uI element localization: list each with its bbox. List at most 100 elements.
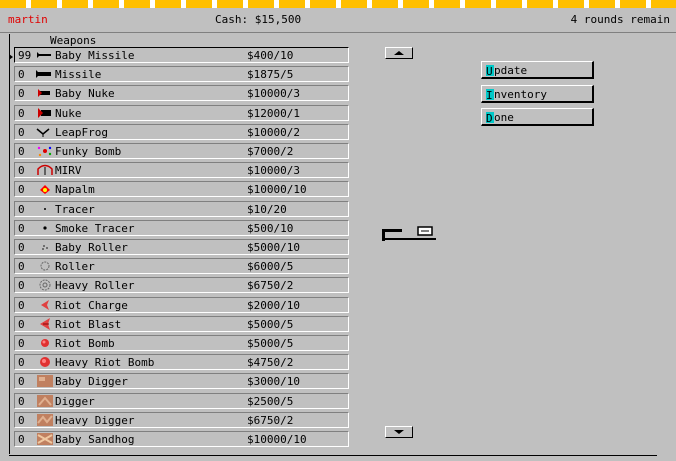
baby-nuke-icon — [35, 87, 55, 99]
weapon-price: $1875/5 — [247, 68, 294, 82]
weapon-price: $5000/10 — [247, 241, 300, 254]
weapon-price: $10000/10 — [247, 183, 307, 197]
heavy-roller-icon — [35, 279, 55, 291]
digger-icon — [35, 394, 55, 407]
funky-bomb-icon — [35, 145, 55, 157]
weapon-quantity: 0 — [18, 145, 25, 158]
weapon-quantity: 0 — [18, 375, 25, 389]
cash-amount: Cash: $15,500 — [215, 13, 302, 26]
status-bar: martin Cash: $15,500 4 rounds remain — [0, 8, 676, 33]
weapon-quantity: 0 — [18, 298, 25, 312]
scroll-down-icon — [394, 430, 404, 434]
weapons-panel-border — [9, 34, 10, 454]
done-button[interactable]: D one — [481, 108, 594, 126]
update-hotkey: U — [486, 65, 494, 78]
mirv-icon — [35, 164, 55, 176]
slider-handle-icon[interactable] — [381, 226, 441, 246]
scroll-down-button[interactable] — [385, 426, 413, 438]
weapon-price: $12000/1 — [247, 106, 300, 120]
baby-sandhog-icon — [35, 433, 55, 445]
baby-missile-icon — [35, 49, 55, 61]
weapon-quantity: 0 — [18, 68, 25, 82]
weapon-price: $2500/5 — [247, 394, 294, 408]
roller-icon — [35, 260, 55, 272]
rounds-remaining: 4 rounds remain — [570, 13, 670, 26]
weapon-row-baby-sandhog[interactable]: 0 Baby Sandhog $10000/10 — [14, 431, 349, 447]
weapon-row-roller[interactable]: 0 Roller $6000/5 — [14, 258, 349, 275]
scroll-up-icon — [394, 51, 404, 55]
weapon-quantity: 0 — [18, 125, 25, 139]
weapon-row-smoke-tracer[interactable]: 0 Smoke Tracer $500/10 — [14, 219, 349, 236]
weapon-row-riot-blast[interactable]: 0 Riot Blast $5000/5 — [14, 315, 349, 332]
riot-bomb-icon — [35, 337, 55, 349]
weapon-quantity: 0 — [18, 183, 25, 197]
weapon-name: Heavy Riot Bomb — [55, 356, 155, 370]
missile-icon — [35, 68, 55, 80]
weapon-row-leapfrog[interactable]: 0 LeapFrog $10000/2 — [14, 123, 349, 140]
weapon-price: $10000/2 — [247, 125, 300, 139]
weapon-quantity: 0 — [18, 317, 25, 331]
riot-charge-icon — [35, 299, 55, 311]
weapon-name: Riot Blast — [55, 317, 122, 331]
weapon-name: Baby Digger — [55, 375, 128, 389]
weapon-price: $2000/10 — [247, 298, 300, 312]
weapon-name: Heavy Digger — [55, 413, 135, 427]
weapon-quantity: 99 — [18, 49, 32, 62]
weapon-name: Baby Roller — [55, 241, 128, 254]
weapon-row-riot-bomb[interactable]: 0 Riot Bomb $5000/5 — [14, 335, 349, 351]
weapon-name: Digger — [55, 394, 95, 408]
weapon-row-digger[interactable]: 0 Digger $2500/5 — [14, 392, 349, 409]
done-hotkey: D — [486, 112, 494, 125]
napalm-icon — [35, 183, 55, 195]
smoke-tracer-icon — [35, 222, 55, 234]
weapons-panel-bottom — [9, 455, 657, 456]
weapon-row-baby-missile[interactable]: 99 Baby Missile $400/10 — [14, 47, 349, 63]
riot-blast-icon — [35, 317, 55, 330]
weapon-row-baby-nuke[interactable]: 0 Baby Nuke $10000/3 — [14, 85, 349, 102]
weapon-row-napalm[interactable]: 0 Napalm $10000/10 — [14, 181, 349, 198]
weapon-row-funky-bomb[interactable]: 0 Funky Bomb $7000/2 — [14, 143, 349, 159]
weapon-name: Funky Bomb — [55, 145, 122, 158]
weapon-quantity: 0 — [18, 241, 25, 254]
weapon-row-missile[interactable]: 0 Missile $1875/5 — [14, 66, 349, 83]
weapon-row-mirv[interactable]: 0 MIRV $10000/3 — [14, 162, 349, 179]
heavy-riot-bomb-icon — [35, 356, 55, 368]
weapon-price: $6750/2 — [247, 413, 294, 427]
weapon-row-nuke[interactable]: 0 Nuke $12000/1 — [14, 104, 349, 121]
weapon-quantity: 0 — [18, 279, 25, 293]
weapon-row-heavy-roller[interactable]: 0 Heavy Roller $6750/2 — [14, 277, 349, 294]
weapon-row-baby-roller[interactable]: 0 Baby Roller $5000/10 — [14, 239, 349, 255]
weapon-row-baby-digger[interactable]: 0 Baby Digger $3000/10 — [14, 373, 349, 390]
weapons-title: Weapons — [50, 34, 97, 47]
weapon-quantity: 0 — [18, 164, 25, 178]
scroll-up-button[interactable] — [385, 47, 413, 59]
nuke-icon — [35, 107, 55, 119]
weapon-row-tracer[interactable]: 0 Tracer $10/20 — [14, 200, 349, 217]
weapon-quantity: 0 — [18, 221, 25, 235]
done-label: one — [494, 111, 514, 124]
weapon-price: $6000/5 — [247, 260, 294, 274]
weapon-name: Missile — [55, 68, 102, 82]
weapon-price: $4750/2 — [247, 356, 294, 370]
weapon-quantity: 0 — [18, 106, 25, 120]
baby-digger-icon — [35, 375, 55, 388]
weapon-name: Baby Sandhog — [55, 433, 135, 446]
weapon-price: $500/10 — [247, 221, 294, 235]
weapon-name: Nuke — [55, 106, 82, 120]
weapon-price: $5000/5 — [247, 317, 294, 331]
weapon-name: Roller — [55, 260, 95, 274]
update-button[interactable]: U pdate — [481, 61, 594, 79]
weapon-quantity: 0 — [18, 356, 25, 370]
weapon-quantity: 0 — [18, 260, 25, 274]
weapon-row-heavy-riot-bomb[interactable]: 0 Heavy Riot Bomb $4750/2 — [14, 354, 349, 371]
weapon-name: Heavy Roller — [55, 279, 135, 293]
weapon-row-riot-charge[interactable]: 0 Riot Charge $2000/10 — [14, 296, 349, 313]
inventory-label: nventory — [494, 88, 547, 101]
weapon-quantity: 0 — [18, 413, 25, 427]
weapon-price: $3000/10 — [247, 375, 300, 389]
weapon-price: $10000/10 — [247, 433, 307, 446]
weapon-name: Napalm — [55, 183, 95, 197]
inventory-button[interactable]: I nventory — [481, 85, 594, 103]
weapon-row-heavy-digger[interactable]: 0 Heavy Digger $6750/2 — [14, 411, 349, 428]
player-name: martin — [8, 13, 48, 26]
